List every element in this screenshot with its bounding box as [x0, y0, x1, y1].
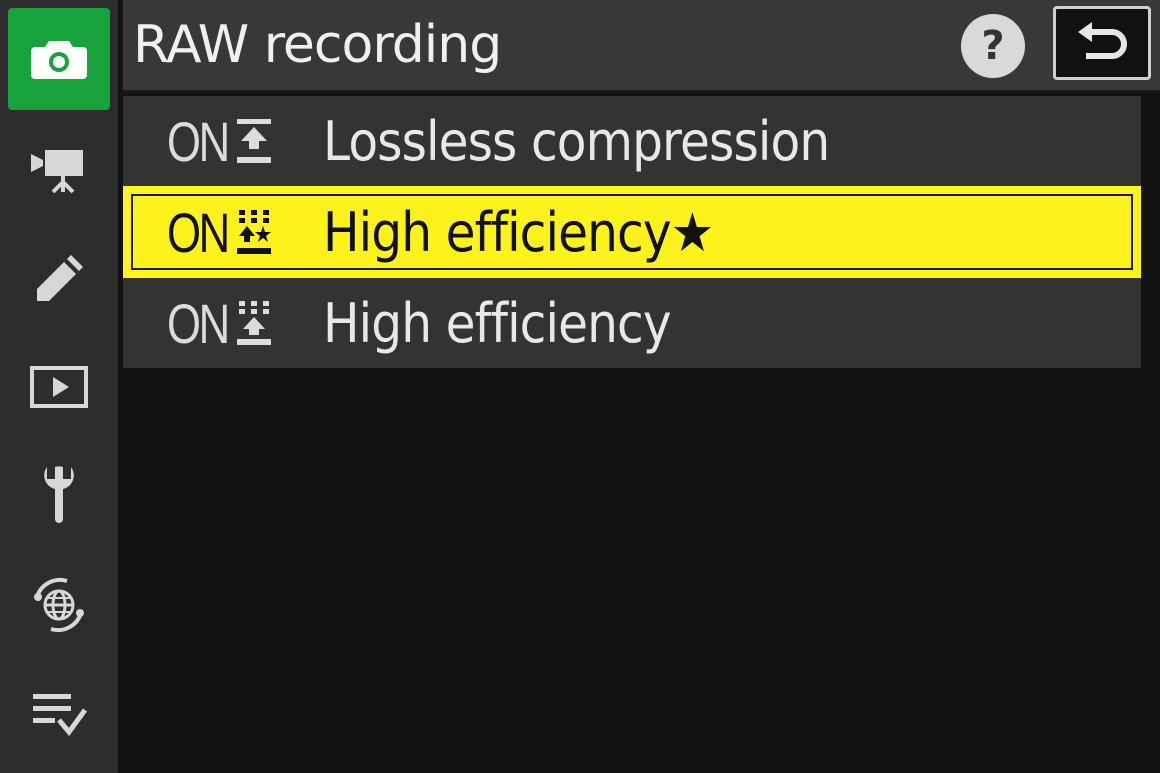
empty-content-area [123, 370, 1160, 773]
camera-menu-screen: RAW recording ? ON Lossless compression … [0, 0, 1160, 773]
option-prefix: ON [167, 109, 230, 173]
page-title: RAW recording [133, 15, 502, 75]
return-arrow-icon [1078, 22, 1127, 59]
playback-icon [30, 366, 88, 408]
sidebar-tab-setup[interactable] [8, 444, 110, 546]
back-button[interactable] [1053, 6, 1151, 80]
menu-sidebar [0, 0, 118, 773]
pencil-icon [37, 255, 83, 301]
sidebar-tab-video-recording[interactable] [8, 118, 110, 220]
option-label: High efficiency★ [323, 200, 714, 264]
camera-icon [31, 41, 87, 79]
my-menu-icon [33, 694, 88, 737]
option-prefix: ON [167, 291, 230, 355]
wrench-icon [44, 466, 74, 523]
option-label: Lossless compression [323, 109, 830, 173]
help-button[interactable]: ? [961, 14, 1025, 78]
movie-camera-icon [31, 150, 83, 194]
network-globe-icon [34, 577, 84, 633]
sidebar-tab-photo-shooting[interactable] [8, 8, 110, 110]
menu-option-lossless-compression[interactable]: ON Lossless compression [123, 96, 1141, 186]
raw-recording-options-list: ON Lossless compression ON High efficien… [123, 96, 1141, 368]
option-prefix: ON [167, 200, 230, 264]
high-efficiency-star-icon [237, 210, 271, 254]
sidebar-tab-custom-settings[interactable] [8, 228, 110, 330]
menu-header: RAW recording ? [123, 0, 1160, 93]
menu-option-high-efficiency[interactable]: ON High efficiency [123, 278, 1141, 368]
lossless-compression-icon [237, 119, 271, 163]
menu-option-high-efficiency-star[interactable]: ON High efficiency★ [123, 186, 1141, 278]
sidebar-tab-my-menu[interactable] [8, 662, 110, 764]
sidebar-tab-playback[interactable] [8, 336, 110, 438]
option-label: High efficiency [323, 291, 672, 355]
high-efficiency-icon [237, 301, 271, 345]
sidebar-tab-network[interactable] [8, 554, 110, 656]
